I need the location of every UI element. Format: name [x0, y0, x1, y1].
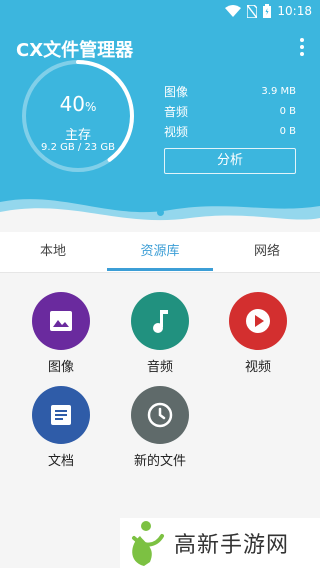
library-item-documents[interactable]: 文档 [21, 386, 101, 469]
image-icon [32, 292, 90, 350]
document-icon [32, 386, 90, 444]
wifi-icon [225, 5, 242, 17]
tab-local[interactable]: 本地 [0, 232, 106, 272]
library-item-audio[interactable]: 音频 [120, 292, 200, 375]
tab-bar: 本地 资源库 网络 [0, 232, 320, 273]
media-stats: 图像 3.9 MB 音频 0 B 视频 0 B [164, 82, 296, 142]
overflow-menu-icon[interactable] [300, 38, 306, 56]
storage-percent: 40% [59, 92, 97, 116]
tab-library[interactable]: 资源库 [107, 232, 213, 272]
tab-indicator [107, 268, 213, 271]
stat-row-video: 视频 0 B [164, 125, 296, 139]
tab-network[interactable]: 网络 [214, 232, 320, 272]
clock-time: 10:18 [277, 4, 312, 18]
play-icon [229, 292, 287, 350]
clock-icon [131, 386, 189, 444]
wave-decoration [0, 199, 320, 232]
watermark: 高新手游网 [120, 518, 320, 568]
stat-row-images: 图像 3.9 MB [164, 85, 296, 99]
music-note-icon [131, 292, 189, 350]
battery-icon [263, 4, 272, 18]
page-indicator-dot [157, 209, 164, 216]
status-bar: 10:18 [0, 0, 320, 24]
watermark-text: 高新手游网 [174, 533, 290, 558]
no-sim-icon [247, 4, 258, 18]
analyze-button[interactable]: 分析 [164, 148, 296, 174]
library-item-video[interactable]: 视频 [218, 292, 298, 375]
library-item-recent[interactable]: 新的文件 [120, 386, 200, 469]
stat-row-audio: 音频 0 B [164, 105, 296, 119]
storage-usage: 9.2 GB / 23 GB [41, 142, 115, 153]
library-item-images[interactable]: 图像 [21, 292, 101, 375]
storage-label: 主存 [64, 128, 91, 143]
storage-header: 10:18 CX文件管理器 40% 主存 9.2 GB / 23 GB 图像 3.… [0, 0, 320, 232]
storage-ring-text: 40% 主存 9.2 GB / 23 GB [20, 58, 136, 174]
watermark-logo-icon [132, 521, 164, 566]
